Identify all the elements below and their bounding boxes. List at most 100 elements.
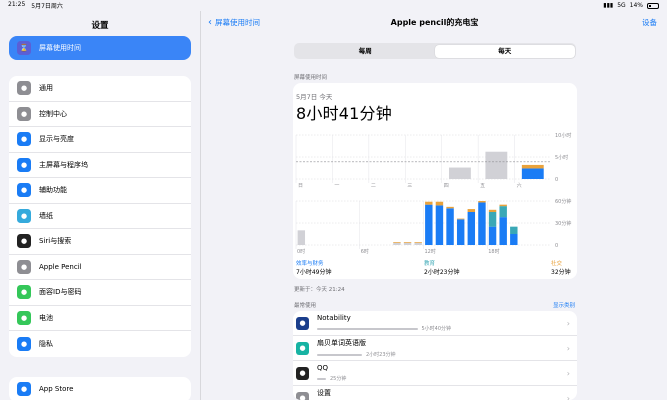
sidebar-item[interactable]: ● App Store: [9, 377, 191, 400]
bar: [297, 230, 306, 245]
bar: [499, 217, 507, 245]
aa-icon: ●: [17, 132, 31, 147]
page-title: Apple pencil的充电宝: [390, 17, 479, 27]
bar: [521, 168, 544, 179]
bar: [393, 242, 401, 243]
bar: [449, 167, 471, 179]
x-tick-label: 一: [334, 183, 339, 189]
sidebar-item[interactable]: ● 辅助功能: [9, 178, 191, 204]
bar: [478, 202, 486, 245]
appstore-icon: ●: [17, 382, 31, 397]
main-panel: ‹ 屏幕使用时间 Apple pencil的充电宝 设备 每周 每天 屏幕使用时…: [202, 11, 667, 400]
usage-bar: [317, 377, 326, 380]
tab-week[interactable]: 每周: [296, 45, 436, 58]
settings-icon: ●: [296, 391, 309, 400]
sidebar-item-label: 屏幕使用时间: [39, 44, 81, 52]
most-used-apps-list: ● Notability 5小时40分钟 › ● 扇贝单词英语版 2小时23分钟 › ● QQ 25…: [293, 311, 577, 400]
sidebar-item-screen-time[interactable]: ⌛ 屏幕使用时间: [9, 36, 191, 60]
y-tick-label: 0: [555, 177, 558, 183]
bar: [510, 226, 518, 234]
updated-label: 更新于：今天 21:24: [294, 287, 345, 293]
usage-chart-card: 5月7日 今天 8小时41分钟 10小时 5小时 0 日一二三四五六 60分钟 30分钟 0…: [293, 83, 577, 279]
sidebar-item[interactable]: ● Siri与搜索: [9, 229, 191, 255]
bar: [446, 206, 454, 209]
devices-button[interactable]: 设备: [642, 17, 657, 28]
legend-work: 效率与财务 7小时49分钟: [296, 261, 332, 276]
x-tick-label: 六: [517, 182, 522, 189]
app-name: 设置: [317, 389, 331, 397]
bar: [499, 204, 507, 207]
bar: [456, 219, 465, 245]
x-tick-label: 三: [407, 183, 412, 189]
app-row[interactable]: ● QQ 25分钟 ›: [293, 361, 577, 386]
faceid-icon: ●: [17, 285, 31, 300]
tab-day[interactable]: 每天: [435, 44, 575, 58]
y-tick-label: 10小时: [555, 132, 571, 139]
x-tick-label: 二: [371, 183, 376, 189]
sidebar-item[interactable]: ● 主屏幕与程序坞: [9, 153, 191, 178]
bar: [510, 234, 518, 245]
bar: [521, 164, 544, 169]
hand-icon: ●: [17, 336, 31, 351]
bar: [467, 209, 476, 212]
bar: [414, 242, 422, 245]
legend-social: 社交 32分钟: [551, 261, 571, 276]
bar: [488, 209, 497, 212]
chevron-right-icon: ›: [566, 393, 570, 400]
x-tick-label: 12时: [425, 248, 436, 255]
nav-bar: ‹ 屏幕使用时间 Apple pencil的充电宝 设备: [202, 11, 667, 33]
sidebar-item[interactable]: ● Apple Pencil: [9, 255, 191, 280]
x-tick-label: 18时: [488, 248, 499, 255]
bar: [393, 242, 401, 245]
qq-icon: ●: [296, 366, 309, 380]
app-row[interactable]: ●设置5分钟›: [293, 386, 577, 400]
bar: [456, 218, 465, 220]
most-used-label: 最常使用: [294, 303, 317, 309]
app-time: 25分钟: [330, 376, 347, 382]
settings-group-general: ● 通用 ● 控制中心 ● 显示与亮度 ● 主屏幕与程序坞 ● 辅助功能 ● 墙纸 ● Siri与搜索 ● A…: [9, 76, 191, 357]
screen-time-section-label: 屏幕使用时间: [294, 75, 328, 81]
app-time: 5小时40分钟: [421, 326, 452, 332]
sidebar-item-label: 主屏幕与程序坞: [39, 160, 88, 169]
sidebar-item[interactable]: ● 电池: [9, 306, 191, 331]
app-name: QQ: [317, 364, 329, 372]
sidebar-item-label: 墙纸: [39, 211, 53, 220]
x-tick-label: 五: [480, 183, 485, 189]
app-time: 2小时23分钟: [366, 352, 396, 358]
status-time: 21:25: [8, 1, 26, 8]
legend-education: 教育 2小时23分钟: [424, 261, 460, 276]
back-label: 屏幕使用时间: [215, 17, 260, 27]
bar: [403, 242, 412, 243]
sidebar-item[interactable]: ● 控制中心: [9, 102, 191, 127]
y-tick-label: 30分钟: [555, 220, 571, 227]
bar: [488, 226, 497, 245]
back-button[interactable]: ‹ 屏幕使用时间: [208, 17, 260, 28]
sidebar-item-label: 辅助功能: [39, 186, 67, 195]
bar: [467, 212, 476, 245]
bar: [414, 242, 422, 243]
accessibility-icon: ●: [17, 183, 31, 198]
sidebar-item[interactable]: ● 墙纸: [9, 204, 191, 229]
app-row[interactable]: ● Notability 5小时40分钟 ›: [293, 311, 577, 336]
grid-icon: ●: [17, 157, 31, 172]
gear-icon: ●: [17, 81, 31, 96]
siri-icon: ●: [17, 234, 31, 249]
sidebar-item[interactable]: ● 显示与亮度: [9, 127, 191, 153]
usage-charts: 10小时 5小时 0 日 一 二 三 四 五 六 60分钟 30分钟 0 0时 6时 12时 18时: [295, 132, 571, 255]
bar: [435, 201, 444, 206]
usage-bar: [317, 353, 362, 356]
chevron-left-icon: ‹: [208, 16, 212, 28]
app-row[interactable]: ● 扇贝单词英语版 2小时23分钟 ›: [293, 336, 577, 361]
chevron-right-icon: ›: [566, 318, 570, 328]
sidebar: 设置 ⌛ 屏幕使用时间 ● 通用 ● 控制中心 ● 显示与亮度 ● 主屏幕与程序坞 ● 辅助功能 ●…: [0, 11, 201, 400]
show-categories-button[interactable]: 显示类别: [553, 301, 575, 309]
sidebar-item-label: 面容ID与密码: [39, 288, 82, 297]
settings-group-store: ● App Store: [9, 376, 191, 400]
bar: [425, 204, 433, 245]
battery-icon: ●: [17, 310, 31, 325]
sidebar-item-label: 隐私: [39, 339, 53, 348]
sidebar-item-label: 电池: [39, 313, 53, 322]
sidebar-item[interactable]: ● 通用: [9, 76, 191, 102]
sidebar-item[interactable]: ● 隐私: [9, 331, 191, 357]
sidebar-item[interactable]: ● 面容ID与密码: [9, 280, 191, 306]
